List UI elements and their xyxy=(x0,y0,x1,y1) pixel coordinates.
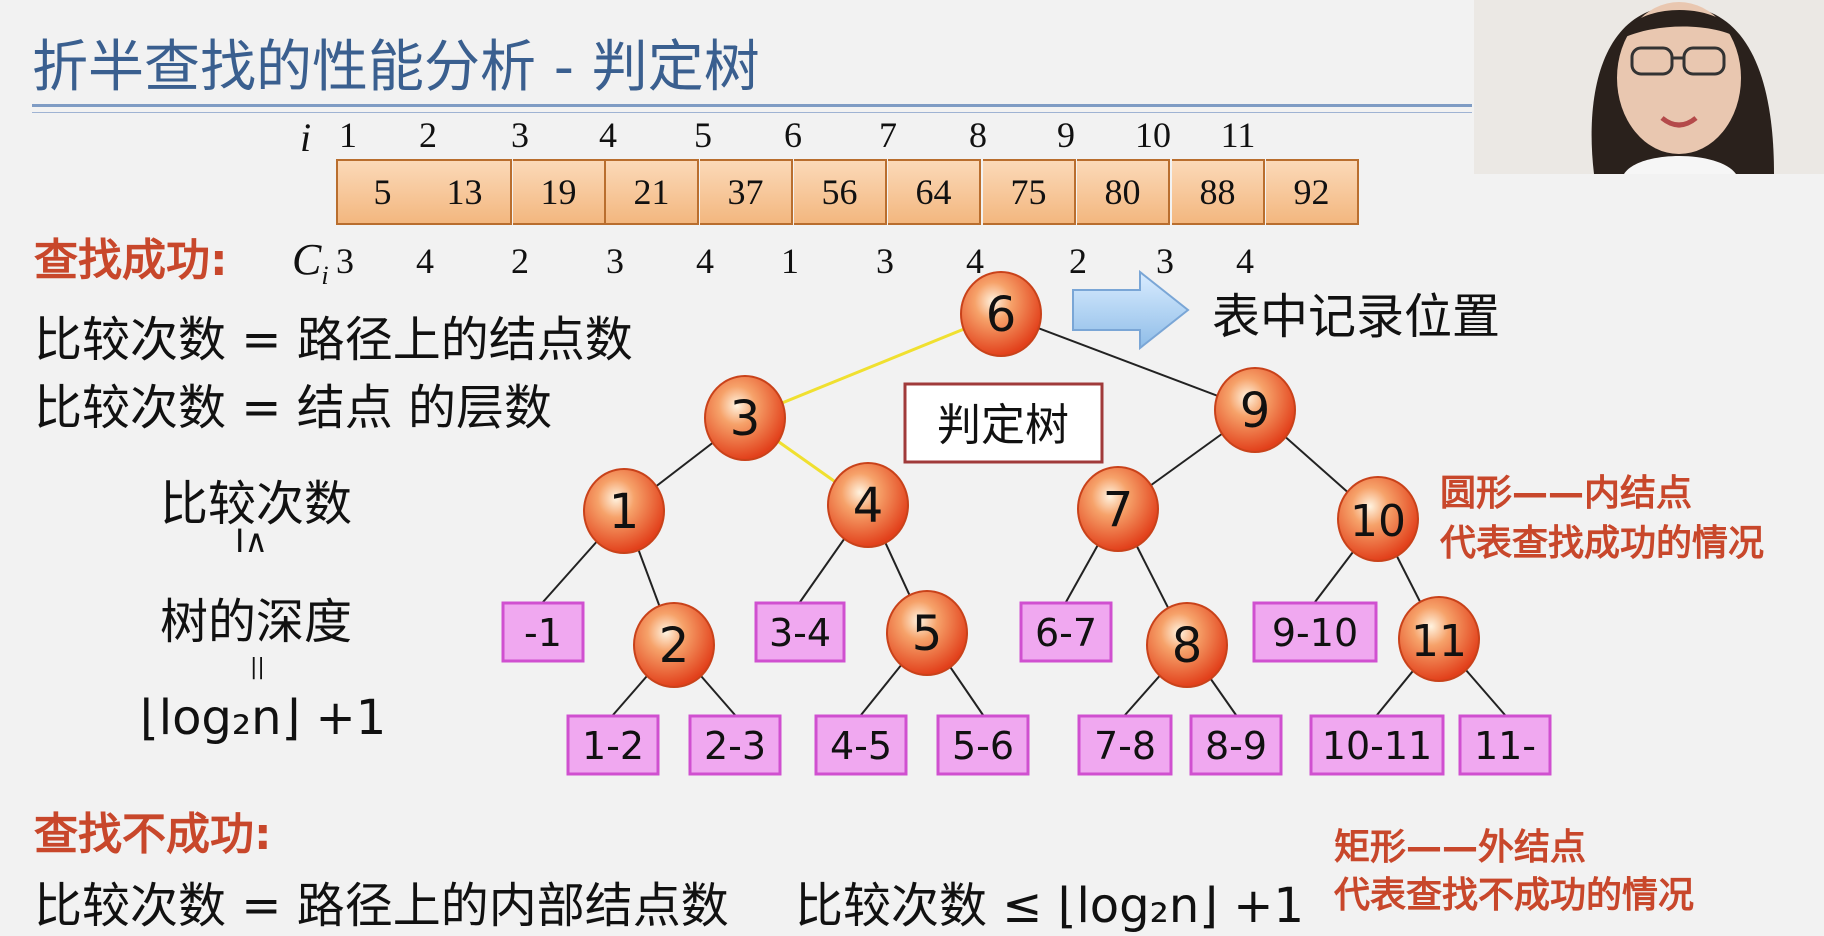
external-node: 7-8 xyxy=(1077,714,1173,776)
internal-node-label: 6 xyxy=(986,287,1017,343)
external-node-label: -1 xyxy=(524,611,562,655)
internal-node: 3 xyxy=(704,375,786,461)
internal-node: 6 xyxy=(960,271,1042,357)
tree-label: 判定树 xyxy=(937,400,1069,451)
internal-node-label: 9 xyxy=(1240,383,1271,439)
external-node: 3-4 xyxy=(754,601,846,663)
external-node-label: 7-8 xyxy=(1094,724,1156,768)
internal-node: 9 xyxy=(1214,367,1296,453)
internal-node: 8 xyxy=(1146,602,1228,688)
external-node-label: 10-11 xyxy=(1322,724,1432,768)
external-node-label: 1-2 xyxy=(582,724,644,768)
internal-node-label: 2 xyxy=(659,618,690,674)
decision-tree: -1 3-4 6-7 9-10 1-2 2-3 4-5 5-6 7-8 8-9 10-11 11- 6 3… xyxy=(501,269,1552,776)
internal-node-label: 7 xyxy=(1103,482,1134,538)
external-node: 1-2 xyxy=(566,714,660,776)
internal-node: 10 xyxy=(1337,476,1419,562)
external-node-label: 4-5 xyxy=(830,724,892,768)
external-node: 5-6 xyxy=(936,714,1030,776)
external-node: 6-7 xyxy=(1019,601,1113,663)
internal-node-label: 1 xyxy=(609,484,640,540)
external-node-label: 2-3 xyxy=(704,724,766,768)
external-node: 4-5 xyxy=(814,714,908,776)
internal-node: 11 xyxy=(1398,596,1480,682)
internal-node: 1 xyxy=(583,468,665,554)
internal-node: 5 xyxy=(886,590,968,676)
arrow-caption: 表中记录位置 xyxy=(1212,289,1500,345)
internal-node: 2 xyxy=(633,602,715,688)
external-node-label: 8-9 xyxy=(1205,724,1267,768)
external-node: 8-9 xyxy=(1189,714,1283,776)
internal-node-label: 4 xyxy=(853,478,884,534)
internal-node: 7 xyxy=(1077,466,1159,552)
external-node-label: 11- xyxy=(1474,724,1536,768)
internal-node: 4 xyxy=(827,462,909,548)
external-node-label: 5-6 xyxy=(952,724,1014,768)
external-node: 9-10 xyxy=(1252,601,1378,663)
external-node: -1 xyxy=(501,601,585,663)
internal-node-label: 11 xyxy=(1411,616,1467,667)
right-arrow-icon xyxy=(1072,269,1190,351)
internal-node-label: 5 xyxy=(912,606,943,662)
external-node: 10-11 xyxy=(1309,714,1445,776)
external-node-label: 3-4 xyxy=(769,611,831,655)
external-node: 2-3 xyxy=(688,714,782,776)
external-node-label: 9-10 xyxy=(1272,611,1358,655)
internal-node-label: 10 xyxy=(1350,496,1406,547)
internal-node-label: 8 xyxy=(1172,618,1203,674)
external-node: 11- xyxy=(1458,714,1552,776)
internal-node-label: 3 xyxy=(730,391,761,447)
external-node-label: 6-7 xyxy=(1035,611,1097,655)
